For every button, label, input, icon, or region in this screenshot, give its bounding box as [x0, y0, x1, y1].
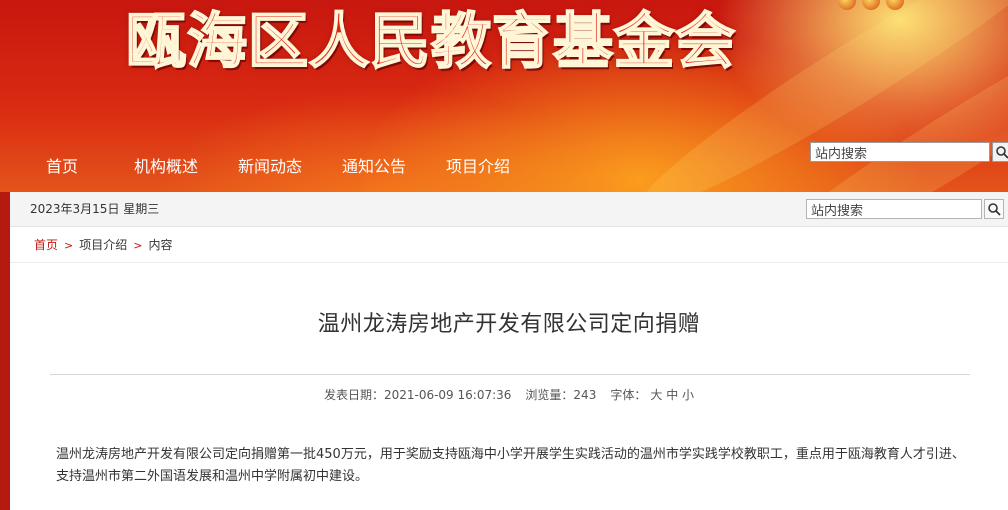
search-icon	[996, 146, 1008, 159]
publish-date-label: 发表日期：	[323, 388, 384, 402]
divider	[10, 262, 1008, 263]
current-date: 2023年3月15日 星期三	[30, 202, 160, 216]
breadcrumb-current: 内容	[148, 238, 173, 252]
search-icon	[988, 203, 1001, 216]
breadcrumb-home[interactable]: 首页	[34, 238, 58, 252]
nav-item-home[interactable]: 首页	[46, 150, 78, 184]
site-search-button[interactable]	[984, 199, 1004, 219]
breadcrumb-separator: >	[133, 239, 143, 252]
breadcrumb: 首页 > 项目介绍 > 内容	[34, 236, 172, 253]
site-search-input[interactable]	[806, 199, 982, 219]
nav-item-about[interactable]: 机构概述	[134, 150, 198, 184]
breadcrumb-section[interactable]: 项目介绍	[79, 238, 127, 252]
main-content: 2023年3月15日 星期三 首页 > 项目介绍 > 内容 温州龙涛房地产开发有限公司定…	[10, 192, 1008, 510]
publish-date: 2021-06-09 16:07:36	[383, 388, 512, 402]
views-count: 243	[573, 388, 597, 402]
article-body: 温州龙涛房地产开发有限公司定向捐赠第一批450万元，用于奖励支持瓯海中小学开展学…	[56, 447, 965, 484]
nav-item-notices[interactable]: 通知公告	[342, 150, 406, 184]
font-size-small[interactable]: 小	[682, 388, 694, 402]
site-search	[806, 199, 1008, 221]
font-size-large[interactable]: 大	[650, 388, 662, 402]
views-label: 浏览量：	[525, 388, 574, 402]
article-title: 温州龙涛房地产开发有限公司定向捐赠	[317, 312, 701, 337]
font-size-label: 字体：	[610, 388, 647, 402]
decorative-lanterns	[838, 0, 908, 14]
info-bar: 2023年3月15日 星期三	[10, 192, 1008, 227]
header-search	[810, 142, 1008, 164]
article-meta: 发表日期：2021-06-09 16:07:36 浏览量：243 字体：大 中 小	[10, 386, 1008, 403]
nav-item-projects[interactable]: 项目介绍	[446, 150, 510, 184]
breadcrumb-separator: >	[64, 239, 74, 252]
header-search-input[interactable]	[810, 142, 990, 162]
header-banner: 瓯海区人民教育基金会 首页 机构概述 新闻动态 通知公告 项目介绍	[0, 0, 1008, 192]
divider	[50, 374, 970, 375]
header-search-button[interactable]	[992, 142, 1008, 162]
nav-item-news[interactable]: 新闻动态	[238, 150, 302, 184]
font-size-medium[interactable]: 中	[666, 388, 678, 402]
site-title: 瓯海区人民教育基金会	[125, 6, 736, 78]
